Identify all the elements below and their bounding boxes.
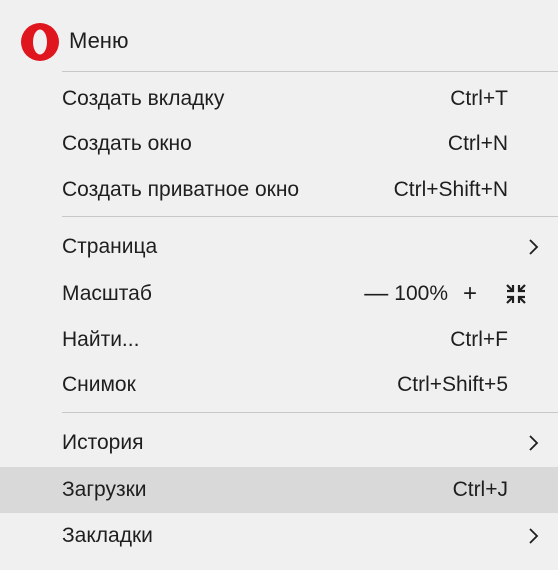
zoom-out-button[interactable]: — xyxy=(364,271,388,317)
zoom-level: 100% xyxy=(394,282,448,305)
find-label: Найти... xyxy=(62,328,140,351)
snapshot-item[interactable]: Снимок Ctrl+Shift+5 xyxy=(0,362,558,408)
zoom-label: Масштаб xyxy=(62,282,152,305)
new-window-shortcut: Ctrl+N xyxy=(447,132,508,155)
page-item[interactable]: Страница xyxy=(0,224,558,270)
downloads-shortcut: Ctrl+J xyxy=(452,478,508,501)
zoom-controls: — 100% + xyxy=(364,271,528,317)
zoom-item: Масштаб — 100% + xyxy=(0,271,558,317)
page-label: Страница xyxy=(62,235,158,258)
menu-header: Меню xyxy=(0,0,558,72)
chevron-right-icon xyxy=(529,435,539,451)
history-item[interactable]: История xyxy=(0,420,558,466)
new-window-label: Создать окно xyxy=(62,132,192,155)
history-label: История xyxy=(62,431,144,454)
zoom-in-button[interactable]: + xyxy=(458,271,482,317)
downloads-item[interactable]: Загрузки Ctrl+J xyxy=(0,467,558,513)
new-tab-shortcut: Ctrl+T xyxy=(450,87,508,110)
divider xyxy=(62,216,558,217)
snapshot-shortcut: Ctrl+Shift+5 xyxy=(397,373,508,396)
find-item[interactable]: Найти... Ctrl+F xyxy=(0,317,558,363)
chevron-right-icon xyxy=(529,239,539,255)
bookmarks-item[interactable]: Закладки xyxy=(0,513,558,559)
new-window-item[interactable]: Создать окно Ctrl+N xyxy=(0,121,558,167)
divider xyxy=(62,71,558,72)
chevron-right-icon xyxy=(529,528,539,544)
find-shortcut: Ctrl+F xyxy=(450,328,508,351)
new-tab-item[interactable]: Создать вкладку Ctrl+T xyxy=(0,76,558,122)
downloads-label: Загрузки xyxy=(62,478,147,501)
menu-title: Меню xyxy=(69,28,129,53)
new-tab-label: Создать вкладку xyxy=(62,87,225,110)
fullscreen-exit-icon[interactable] xyxy=(504,282,528,306)
snapshot-label: Снимок xyxy=(62,373,136,396)
main-menu: Меню Создать вкладку Ctrl+T Создать окно… xyxy=(0,0,558,570)
bookmarks-label: Закладки xyxy=(62,524,153,547)
new-private-window-item[interactable]: Создать приватное окно Ctrl+Shift+N xyxy=(0,167,558,213)
opera-logo-icon xyxy=(21,23,59,61)
divider xyxy=(62,412,558,413)
new-private-window-label: Создать приватное окно xyxy=(62,178,300,201)
new-private-window-shortcut: Ctrl+Shift+N xyxy=(393,178,508,201)
